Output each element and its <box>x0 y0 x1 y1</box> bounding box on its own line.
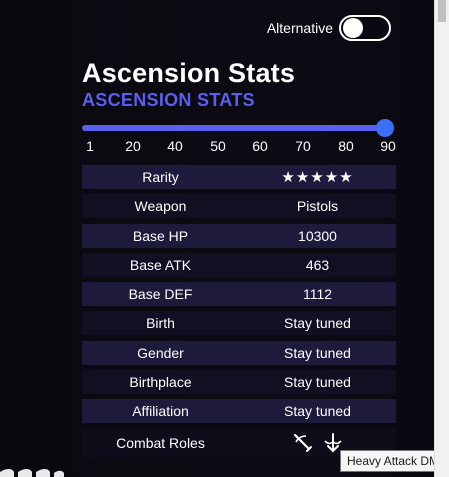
stat-label: Birthplace <box>129 374 192 391</box>
alternative-label: Alternative <box>266 20 333 36</box>
slider-track <box>82 125 388 131</box>
toggle-knob <box>343 18 363 38</box>
slider-tick: 40 <box>167 138 183 154</box>
decorative-pattern <box>0 469 64 477</box>
stat-value: Stay tuned <box>284 344 351 361</box>
slider-ticks: 1 20 40 50 60 70 80 90 <box>0 138 449 156</box>
alternative-toggle[interactable] <box>339 15 391 41</box>
page-subtitle: ASCENSION STATS <box>82 90 255 110</box>
scrollbar-thumb[interactable] <box>438 0 446 22</box>
stat-label: Birth <box>146 315 175 332</box>
slider-tick: 70 <box>295 138 311 154</box>
stat-value: Pistols <box>296 198 339 215</box>
stat-value: 1112 <box>302 286 333 303</box>
stat-row-birthplace: Birthplace Stay tuned <box>82 370 396 395</box>
slider-tick: 60 <box>252 138 268 154</box>
stat-label: Base HP <box>132 227 189 244</box>
level-slider[interactable] <box>82 119 394 137</box>
page-title: Ascension Stats <box>82 58 296 88</box>
rarity-stars: ★★★★★ <box>281 169 354 186</box>
slider-tick: 20 <box>125 138 141 154</box>
stat-value: Stay tuned <box>284 374 351 391</box>
stat-value: 10300 <box>298 227 337 244</box>
stat-row-weapon: Weapon Pistols <box>82 194 396 219</box>
alternative-toggle-group: Alternative <box>267 15 391 41</box>
stat-row-affiliation: Affiliation Stay tuned <box>82 399 396 424</box>
stat-label: Affiliation <box>132 403 189 420</box>
slider-tick: 80 <box>338 138 354 154</box>
slider-tick: 1 <box>86 138 94 154</box>
stat-row-rarity: Rarity ★★★★★ <box>82 165 396 189</box>
slider-tick: 50 <box>210 138 226 154</box>
stat-label: Base DEF <box>128 286 193 303</box>
sword-slash-icon[interactable] <box>292 432 314 454</box>
stat-value: 463 <box>305 256 330 273</box>
stat-row-base-def: Base DEF 1112 <box>82 282 396 307</box>
stat-label: Base ATK <box>129 256 192 273</box>
stat-label: Rarity <box>142 169 179 185</box>
stat-label: Combat Roles <box>116 434 205 451</box>
tooltip: Heavy Attack DMG <box>340 450 449 472</box>
stat-value: Stay tuned <box>284 315 351 332</box>
stats-table: Rarity ★★★★★ Weapon Pistols Base HP 1030… <box>82 165 396 462</box>
page: Alternative Ascension Stats ASCENSION ST… <box>0 0 449 477</box>
slider-tick: 90 <box>380 138 396 154</box>
stat-row-birth: Birth Stay tuned <box>82 311 396 336</box>
stat-row-gender: Gender Stay tuned <box>82 340 396 365</box>
stat-row-base-atk: Base ATK 463 <box>82 252 396 277</box>
stat-label: Gender <box>137 344 184 361</box>
vertical-scrollbar[interactable] <box>434 0 449 477</box>
stat-value: Stay tuned <box>284 403 351 420</box>
slider-thumb[interactable] <box>376 119 394 137</box>
stat-row-base-hp: Base HP 10300 <box>82 223 396 248</box>
stat-label: Weapon <box>134 198 187 215</box>
